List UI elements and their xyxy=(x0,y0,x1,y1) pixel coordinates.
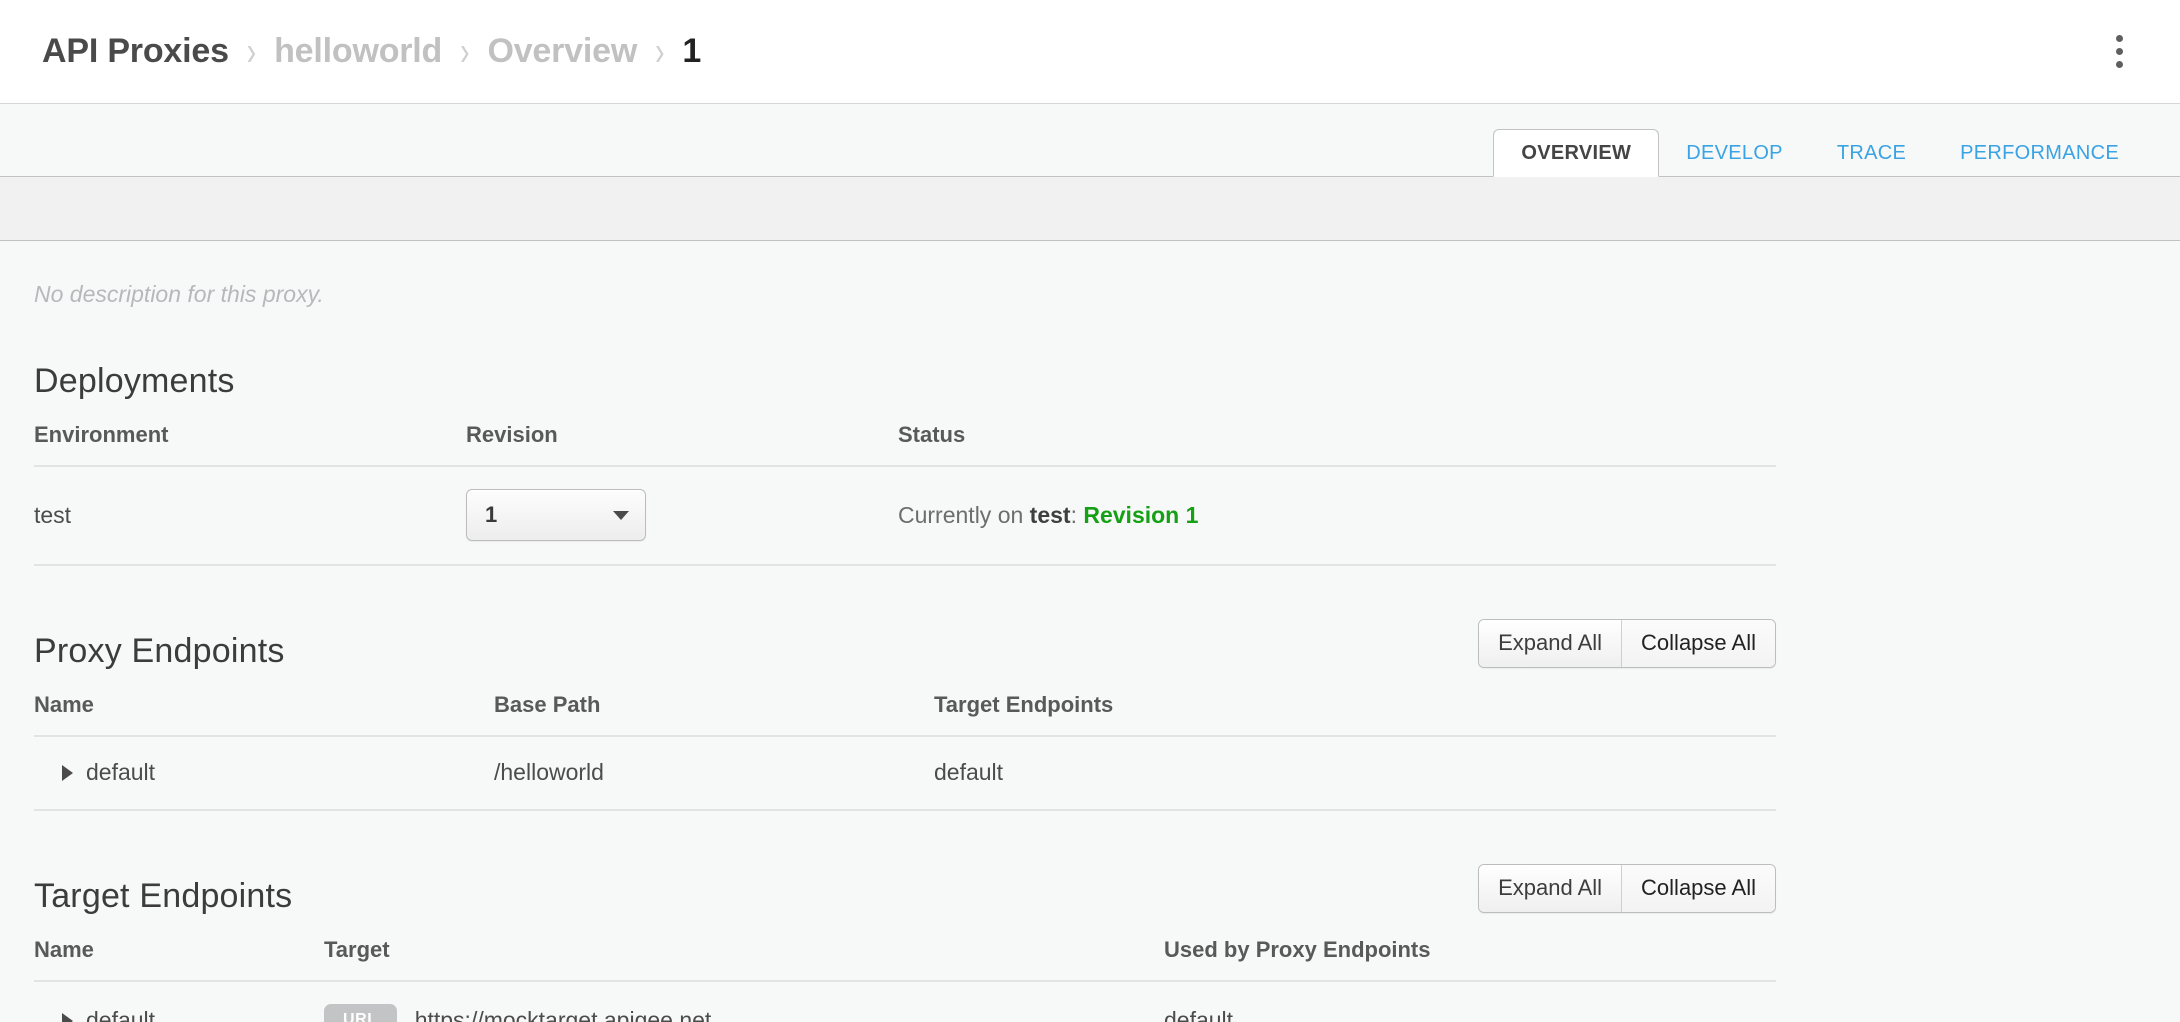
target-type-badge: URL xyxy=(324,1004,397,1022)
breadcrumb-item-revision: 1 xyxy=(682,32,701,71)
cell-target-endpoints: default xyxy=(934,736,1776,810)
cell-name: default xyxy=(34,981,324,1022)
tab-develop[interactable]: DEVELOP xyxy=(1659,129,1810,177)
breadcrumb-separator-icon: › xyxy=(655,31,664,72)
target-endpoints-expand-all-button[interactable]: Expand All xyxy=(1479,865,1621,912)
table-header-row: Name Target Used by Proxy Endpoints xyxy=(34,937,1776,981)
cell-base-path: /helloworld xyxy=(494,736,934,810)
proxy-endpoints-expand-collapse-group: Expand All Collapse All xyxy=(1478,619,1776,668)
deployments-table: Environment Revision Status test 1 xyxy=(34,422,1776,566)
kebab-dot xyxy=(2116,61,2123,68)
column-header-used-by-proxy-endpoints: Used by Proxy Endpoints xyxy=(1164,937,1776,981)
tab-performance[interactable]: PERFORMANCE xyxy=(1933,129,2146,177)
status-badge[interactable]: Revision 1 xyxy=(1083,502,1198,528)
apigee-proxy-overview-page: API Proxies › helloworld › Overview › 1 … xyxy=(0,0,2180,1022)
proxy-endpoints-section: Proxy Endpoints Expand All Collapse All … xyxy=(34,618,2138,811)
proxy-description: No description for this proxy. xyxy=(34,281,2138,308)
breadcrumb-item-overview[interactable]: Overview xyxy=(487,32,637,71)
column-header-status: Status xyxy=(898,422,1776,466)
cell-used-by: default xyxy=(1164,981,1776,1022)
proxy-endpoints-table: Name Base Path Target Endpoints default xyxy=(34,692,1776,811)
column-header-environment: Environment xyxy=(34,422,466,466)
cell-status: Currently on test: Revision 1 xyxy=(898,466,1776,565)
proxy-endpoint-expander[interactable]: default xyxy=(34,759,494,786)
cell-name: default xyxy=(34,736,494,810)
revision-select-value: 1 xyxy=(485,502,497,528)
breadcrumb-item-api-proxies[interactable]: API Proxies xyxy=(42,32,229,71)
status-environment: test xyxy=(1030,502,1071,528)
table-header-row: Environment Revision Status xyxy=(34,422,1776,466)
tab-bar: OVERVIEW DEVELOP TRACE PERFORMANCE xyxy=(0,104,2180,177)
secondary-toolbar xyxy=(0,177,2180,241)
table-row: default /helloworld default xyxy=(34,736,1776,810)
deployments-title: Deployments xyxy=(34,363,235,400)
column-header-name: Name xyxy=(34,937,324,981)
chevron-right-icon xyxy=(62,1013,73,1022)
table-header-row: Name Base Path Target Endpoints xyxy=(34,692,1776,736)
breadcrumb: API Proxies › helloworld › Overview › 1 xyxy=(42,32,2096,71)
tab-overview[interactable]: OVERVIEW xyxy=(1493,129,1659,177)
breadcrumb-item-helloworld[interactable]: helloworld xyxy=(274,32,442,71)
cell-environment: test xyxy=(34,466,466,565)
kebab-dot xyxy=(2116,35,2123,42)
overview-content: No description for this proxy. Deploymen… xyxy=(0,241,2180,1022)
status-colon: : xyxy=(1071,502,1084,528)
chevron-down-icon xyxy=(613,511,629,520)
column-header-target-endpoints: Target Endpoints xyxy=(934,692,1776,736)
target-endpoint-expander[interactable]: default xyxy=(34,1007,324,1022)
target-endpoint-name: default xyxy=(86,1007,155,1022)
column-header-revision: Revision xyxy=(466,422,898,466)
status-prefix: Currently on xyxy=(898,502,1030,528)
target-endpoints-title: Target Endpoints xyxy=(34,878,292,915)
table-row: test 1 Currently on test: Revision 1 xyxy=(34,466,1776,565)
target-endpoints-table: Name Target Used by Proxy Endpoints defa… xyxy=(34,937,1776,1022)
target-endpoints-section: Target Endpoints Expand All Collapse All… xyxy=(34,863,2138,1022)
breadcrumb-separator-icon: › xyxy=(247,31,256,72)
breadcrumb-separator-icon: › xyxy=(460,31,469,72)
target-endpoints-collapse-all-button[interactable]: Collapse All xyxy=(1621,865,1775,912)
proxy-endpoints-collapse-all-button[interactable]: Collapse All xyxy=(1621,620,1775,667)
target-endpoints-expand-collapse-group: Expand All Collapse All xyxy=(1478,864,1776,913)
page-header: API Proxies › helloworld › Overview › 1 xyxy=(0,0,2180,104)
target-url: https://mocktarget.apigee.net xyxy=(415,1007,712,1022)
chevron-right-icon xyxy=(62,765,73,781)
deployments-section: Deployments Environment Revision Status … xyxy=(34,348,2138,566)
proxy-endpoint-name: default xyxy=(86,759,155,786)
column-header-target: Target xyxy=(324,937,1164,981)
proxy-endpoints-expand-all-button[interactable]: Expand All xyxy=(1479,620,1621,667)
table-row: default URL https://mocktarget.apigee.ne… xyxy=(34,981,1776,1022)
kebab-menu-icon[interactable] xyxy=(2096,29,2142,75)
cell-revision: 1 xyxy=(466,466,898,565)
tab-trace[interactable]: TRACE xyxy=(1810,129,1933,177)
cell-target: URL https://mocktarget.apigee.net xyxy=(324,981,1164,1022)
kebab-dot xyxy=(2116,48,2123,55)
revision-select[interactable]: 1 xyxy=(466,489,646,541)
column-header-name: Name xyxy=(34,692,494,736)
column-header-base-path: Base Path xyxy=(494,692,934,736)
proxy-endpoints-title: Proxy Endpoints xyxy=(34,633,285,670)
